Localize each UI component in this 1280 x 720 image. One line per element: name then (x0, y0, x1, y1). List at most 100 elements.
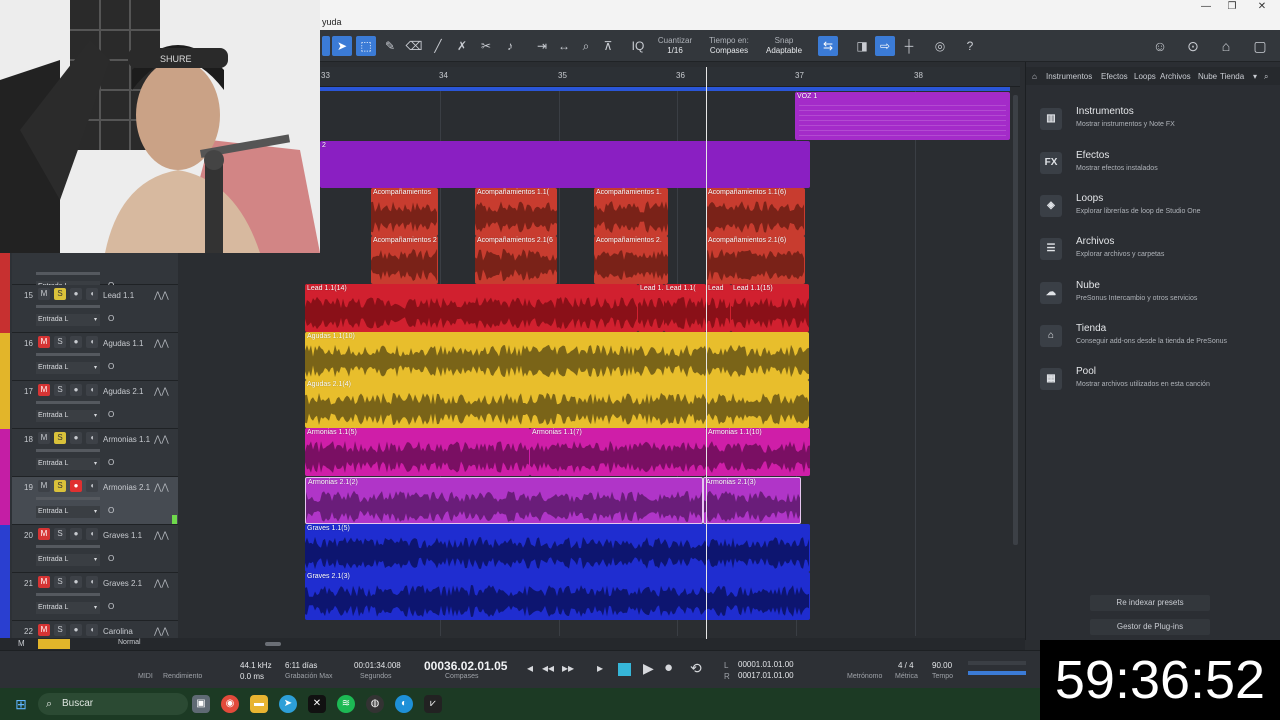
volume-fader[interactable] (36, 497, 100, 500)
audio-event[interactable]: Lead (706, 284, 731, 332)
playhead[interactable] (706, 67, 707, 639)
tab-instrumentos[interactable]: Instrumentos (1046, 72, 1092, 81)
windows-start-icon[interactable]: ⊞ (12, 695, 30, 713)
solo-button[interactable]: S (54, 480, 66, 492)
audio-event[interactable]: Acompañamientos 2. (594, 236, 668, 284)
timebase-select[interactable]: Compases (703, 46, 755, 55)
record-arm-button[interactable]: ● (70, 528, 82, 540)
audio-event[interactable]: Graves 1.1(5) (305, 524, 810, 572)
paint-tool-icon[interactable]: ╱ (428, 36, 448, 56)
monitor-toggle[interactable]: O (108, 458, 114, 467)
spotify-icon[interactable]: ≋ (337, 695, 355, 713)
time-signature[interactable]: 4 / 4 (898, 661, 914, 670)
audio-event[interactable]: Acompañamientos 2 (371, 236, 438, 284)
telegram-icon[interactable]: ➤ (279, 695, 297, 713)
input-select[interactable]: Entrada L▾ (36, 506, 100, 518)
volume-fader[interactable] (36, 545, 100, 548)
search-icon[interactable]: ⌕ (1264, 72, 1268, 82)
listen-tool-icon[interactable]: ♪ (500, 36, 520, 56)
monitor-button[interactable]: ◖ (86, 528, 98, 540)
record-arm-button[interactable]: ● (70, 480, 82, 492)
focus-icon[interactable]: ◎ (930, 36, 950, 56)
browser-item-nube[interactable]: ☁ Nube PreSonus Intercambio y otros servic… (1036, 278, 1271, 318)
audio-event[interactable]: Agudas 1.1(10) (305, 332, 809, 380)
monitor-toggle[interactable]: O (108, 506, 114, 515)
monitor-button[interactable]: ◖ (86, 432, 98, 444)
track-name[interactable]: Lead 1.1 (103, 291, 134, 300)
quantize-select[interactable]: 1/16 (652, 46, 698, 55)
loop-end[interactable]: 00017.01.01.00 (738, 671, 794, 680)
tab-tienda[interactable]: Tienda (1220, 72, 1244, 81)
audio-event[interactable]: 2 (320, 141, 810, 188)
track-header[interactable]: 16 M S ● ◖ Agudas 1.1 ⋀⋀ Entrada L ▾ O (0, 333, 178, 381)
chrome-icon[interactable]: ◉ (221, 695, 239, 713)
reindex-presets-button[interactable]: Re indexar presets (1090, 595, 1210, 611)
browser-item-pool[interactable]: ▦ Pool Mostrar archivos utilizados en esta… (1036, 364, 1271, 404)
track-header[interactable]: 20 M S ● ◖ Graves 1.1 ⋀⋀ Entrada L ▾ O (0, 525, 178, 573)
track-name[interactable]: Agudas 2.1 (103, 387, 143, 396)
monitor-button[interactable]: ◖ (86, 480, 98, 492)
edge-icon[interactable]: ◐ (395, 695, 413, 713)
volume-fader[interactable] (36, 305, 100, 308)
monitor-button[interactable]: ◖ (86, 384, 98, 396)
solo-button[interactable]: S (54, 336, 66, 348)
input-select[interactable]: Entrada L▾ (36, 458, 100, 470)
browser-home-icon[interactable]: ⌂ (1032, 72, 1037, 81)
audio-event[interactable]: Armonias 1.1(10) (706, 428, 810, 476)
volume-fader[interactable] (36, 272, 100, 275)
track-header[interactable]: Entrada L▾O (0, 252, 178, 300)
mode-m[interactable]: M (18, 639, 25, 648)
go-end-icon[interactable]: ▸ (597, 661, 603, 675)
mode-normal[interactable]: Normal (118, 639, 141, 646)
audio-event[interactable]: Armonias 2.1(3) (703, 477, 801, 524)
snap-toggle-icon[interactable]: ⇆ (818, 36, 838, 56)
audio-event[interactable]: Acompañamientos 1.1( (475, 188, 557, 236)
browser-item-efectos[interactable]: FX Efectos Mostrar efectos instalados (1036, 148, 1271, 188)
monitor-button[interactable]: ◖ (86, 336, 98, 348)
audio-event[interactable]: Acompañamientos 1.1(6) (706, 188, 805, 236)
studio-one-icon[interactable]: ⩗ (424, 695, 442, 713)
position-display[interactable]: 00036.02.01.05 (424, 659, 507, 673)
audio-event[interactable]: Armonias 1.1(7) (530, 428, 706, 476)
audio-event[interactable]: Acompañamientos 2.1(6 (475, 236, 557, 284)
record-arm-button[interactable]: ● (70, 576, 82, 588)
monitor-toggle[interactable]: O (108, 362, 114, 371)
track-header[interactable]: 15 M S ● ◖ Lead 1.1 ⋀⋀ Entrada L ▾ O (0, 285, 178, 333)
taskbar-search[interactable]: ⌕ Buscar (38, 693, 188, 715)
record-arm-button[interactable]: ● (70, 288, 82, 300)
mute-button[interactable]: M (38, 480, 50, 492)
monitor-button[interactable]: ◖ (86, 624, 98, 636)
solo-button[interactable]: S (54, 384, 66, 396)
play-icon[interactable]: ▶ (643, 660, 654, 677)
eraser-tool-icon[interactable]: ⌫ (404, 36, 424, 56)
mute-button[interactable]: M (38, 384, 50, 396)
browser-item-loops[interactable]: ◈ Loops Explorar librerías de loop de Stud… (1036, 191, 1271, 231)
mute-button[interactable]: M (38, 336, 50, 348)
mute-button[interactable]: M (38, 432, 50, 444)
track-header[interactable]: 21 M S ● ◖ Graves 2.1 ⋀⋀ Entrada L ▾ O (0, 573, 178, 621)
minimize-icon[interactable]: — (1196, 1, 1216, 12)
track-header[interactable]: 19 M S ● ◖ Armonias 2.1 ⋀⋀ Entrada L ▾ O (0, 477, 178, 525)
horizontal-scroll-thumb[interactable] (265, 642, 281, 646)
input-select[interactable]: Entrada L▾ (36, 410, 100, 422)
forward-icon[interactable]: ▸▸ (562, 661, 574, 675)
audio-event[interactable]: Armonias 1.1(5) (305, 428, 530, 476)
audio-event[interactable]: Acompañamientos 1. (594, 188, 668, 236)
audio-event[interactable]: Lead 1.1(15) (731, 284, 809, 332)
loop-range-bar[interactable] (320, 87, 1010, 91)
audio-event[interactable]: Lead 1.1(14) (305, 284, 638, 332)
range-tool-icon[interactable]: ⬚ (356, 36, 376, 56)
loop-icon[interactable]: ⟲ (690, 660, 702, 677)
audio-event[interactable]: Acompañamientos 2.1(6) (706, 236, 805, 284)
monitor-toggle[interactable]: O (108, 554, 114, 563)
record-arm-button[interactable]: ● (70, 624, 82, 636)
task-view-icon[interactable]: ▣ (192, 695, 210, 713)
track-header[interactable]: 17 M S ● ◖ Agudas 2.1 ⋀⋀ Entrada L ▾ O (0, 381, 178, 429)
audio-event[interactable]: Agudas 2.1(4) (305, 380, 809, 428)
audio-event[interactable]: Armonias 2.1(2) (305, 477, 703, 524)
page-icon[interactable]: ▢ (1250, 36, 1270, 56)
loop-start[interactable]: 00001.01.01.00 (738, 660, 794, 669)
capcut-icon[interactable]: ✕ (308, 695, 326, 713)
browser-item-instrumentos[interactable]: ▥ Instrumentos Mostrar instrumentos y Note… (1036, 104, 1271, 144)
audio-bend-icon[interactable]: ⊼ (598, 36, 618, 56)
